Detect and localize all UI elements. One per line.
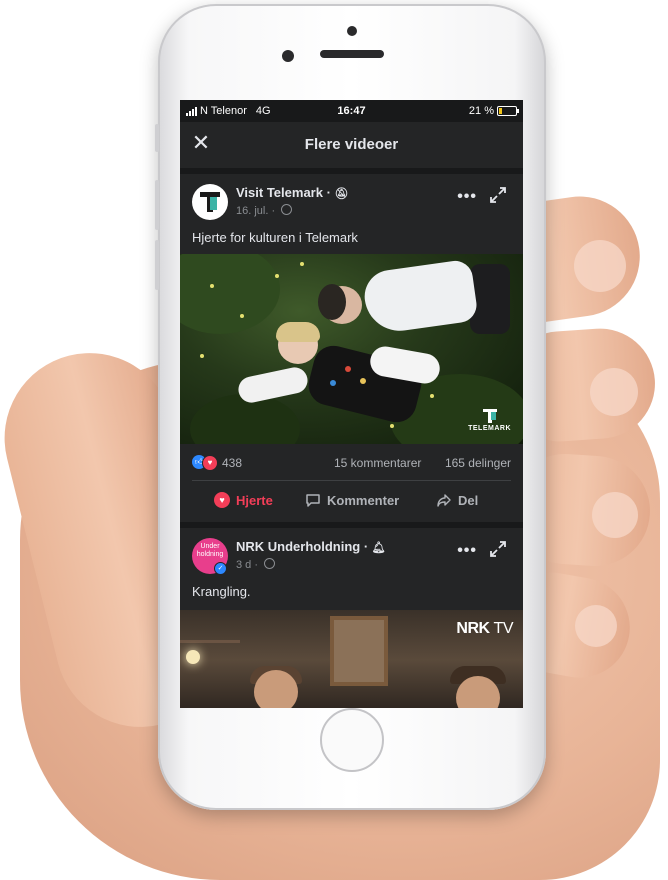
front-camera: [282, 50, 294, 62]
phone-screen: N Telenor 4G 16:47 21 % ✕ Flere videoer …: [180, 100, 523, 708]
flower: [200, 354, 204, 358]
heart-icon: ♥: [214, 492, 230, 508]
front-sensor: [347, 26, 357, 36]
share-icon: [437, 494, 451, 507]
comment-button[interactable]: Kommenter: [305, 492, 399, 508]
globe-icon: [281, 204, 293, 215]
status-bar: N Telenor 4G 16:47 21 %: [180, 100, 523, 122]
more-options-button[interactable]: •••: [457, 188, 477, 206]
fingernail: [592, 492, 638, 538]
post-caption: Krangling.: [192, 584, 251, 599]
battery-fill: [499, 108, 502, 114]
embroidery: [345, 366, 351, 372]
video-post: Under holdning ✓ NRK Underholdning · 🔔︎ …: [180, 528, 523, 708]
flower: [240, 314, 244, 318]
video-thumbnail[interactable]: TELEMARK: [180, 254, 523, 444]
nav-header: ✕ Flere videoer: [180, 122, 523, 168]
flower: [390, 424, 394, 428]
heart-button-label: Hjerte: [236, 492, 273, 508]
fingernail: [574, 240, 626, 292]
telemark-watermark: TELEMARK: [468, 409, 511, 432]
share-button-label: Del: [458, 492, 479, 508]
flower: [275, 274, 279, 278]
flower: [430, 394, 434, 398]
person-vest: [470, 264, 510, 334]
heart-reaction-icon: ♥: [202, 455, 218, 471]
comment-icon: [306, 494, 320, 507]
avatar[interactable]: [192, 184, 228, 220]
person-hair: [276, 322, 320, 342]
page-name-text: NRK Underholdning ·: [236, 539, 372, 554]
battery-percent: 21 %: [468, 105, 494, 117]
shelf: [180, 640, 240, 643]
page-name-text: Visit Telemark ·: [236, 185, 335, 200]
page-name[interactable]: NRK Underholdning · 🔔︎: [236, 539, 386, 554]
mute-switch[interactable]: [155, 124, 159, 152]
video-post: Visit Telemark · 🔕︎ 16. jul. · ••• Hjert…: [180, 174, 523, 522]
telemark-logo-icon: [482, 409, 497, 423]
shares-count[interactable]: 165 delinger: [445, 456, 511, 470]
flower: [300, 262, 304, 266]
globe-icon: [264, 558, 276, 569]
post-meta: 3 d ·: [236, 558, 276, 571]
post-meta: 16. jul. ·: [236, 204, 293, 217]
avatar-text: Under holdning: [196, 543, 224, 558]
video-thumbnail[interactable]: NRK TV: [180, 610, 523, 708]
share-button[interactable]: Del: [436, 492, 478, 508]
volume-down-button[interactable]: [155, 240, 159, 290]
heart-button[interactable]: ♥ Hjerte: [214, 492, 273, 508]
bell-icon: 🔔︎: [371, 542, 386, 554]
comments-count[interactable]: 15 kommentarer: [334, 456, 421, 470]
expand-icon[interactable]: [489, 186, 507, 204]
status-right: 21 %: [468, 105, 519, 117]
nrk-tv-logo: NRK TV: [456, 620, 513, 638]
comment-button-label: Kommenter: [327, 492, 400, 508]
page-title: Flere videoer: [304, 136, 399, 153]
post-date: 16. jul. ·: [236, 205, 279, 217]
nrk-logo-text: NRK: [456, 620, 490, 637]
grass-patch: [180, 254, 280, 334]
telemark-logo-accent: [210, 197, 217, 210]
person-shirt: [361, 258, 479, 336]
post-caption: Hjerte for kulturen i Telemark: [192, 230, 358, 245]
more-options-button[interactable]: •••: [457, 542, 477, 560]
verified-badge-icon: ✓: [214, 562, 227, 575]
fingernail: [590, 368, 638, 416]
bell-off-icon: 🔕︎: [334, 188, 349, 200]
page-name[interactable]: Visit Telemark · 🔕︎: [236, 185, 348, 200]
home-button[interactable]: [320, 708, 384, 772]
battery-icon: [497, 106, 519, 116]
reaction-count[interactable]: 438: [222, 456, 242, 470]
earpiece-speaker: [320, 50, 384, 58]
flower: [210, 284, 214, 288]
embroidery: [330, 380, 336, 386]
embroidery: [360, 378, 366, 384]
lamp: [186, 650, 200, 664]
post-date: 3 d ·: [236, 559, 262, 571]
expand-icon[interactable]: [489, 540, 507, 558]
person-hair: [318, 284, 346, 320]
nrk-logo-suffix: TV: [493, 620, 514, 637]
volume-up-button[interactable]: [155, 180, 159, 230]
action-bar: ♥ Hjerte Kommenter Del: [180, 486, 523, 518]
divider: [192, 480, 511, 481]
fingernail: [575, 605, 617, 647]
reactions-row: 👍︎ ♥ 438 15 kommentarer 165 delinger: [180, 452, 523, 474]
watermark-text: TELEMARK: [468, 425, 511, 432]
person-face: [254, 670, 298, 708]
picture-frame: [330, 616, 388, 686]
